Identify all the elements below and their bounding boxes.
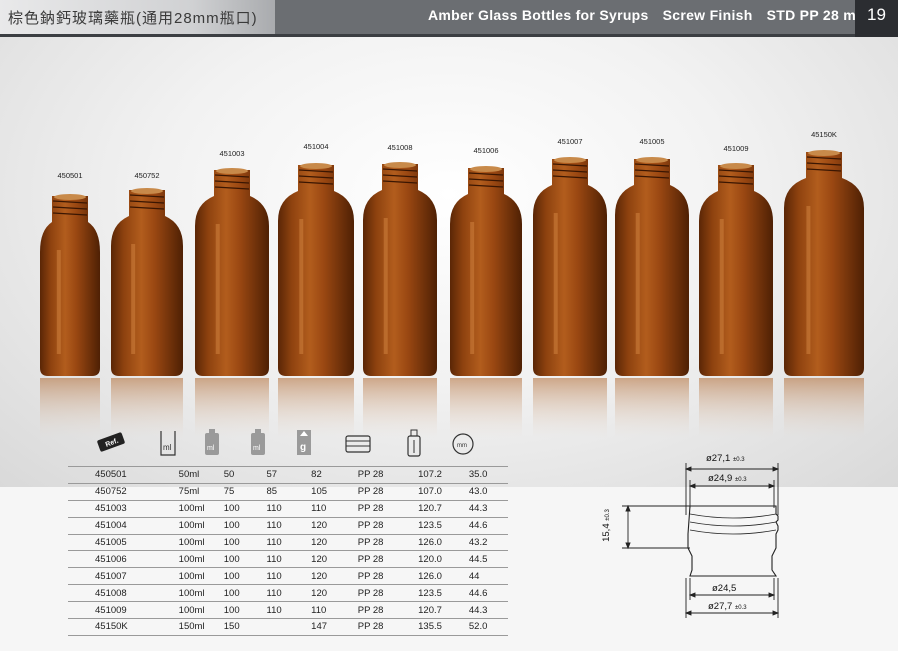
dim-d3: ø24,5 [712,583,737,594]
dim-outer-thread-diameter: ø27,1 ±0.3 [706,453,745,464]
dim-d2: ø24,9 [708,473,733,484]
dim-h: 15,4 [600,523,612,542]
dim-h-tol: ±0.3 [604,509,611,521]
dim-d1-tol: ±0.3 [732,457,745,463]
dim-finish-height: 15,4 ±0.3 [601,509,612,542]
neck-finish-drawing [622,463,780,618]
dim-d4: ø27,7 [708,601,733,612]
dim-inner-thread-diameter: ø24,9 ±0.3 [708,473,747,484]
dim-d1: ø27,1 [706,453,731,464]
dim-d4-tol: ±0.3 [734,605,747,611]
dim-neck-diameter: ø24,5 [712,583,736,594]
dim-bead-diameter: ø27,7 ±0.3 [708,601,747,612]
dim-d2-tol: ±0.3 [734,477,747,483]
